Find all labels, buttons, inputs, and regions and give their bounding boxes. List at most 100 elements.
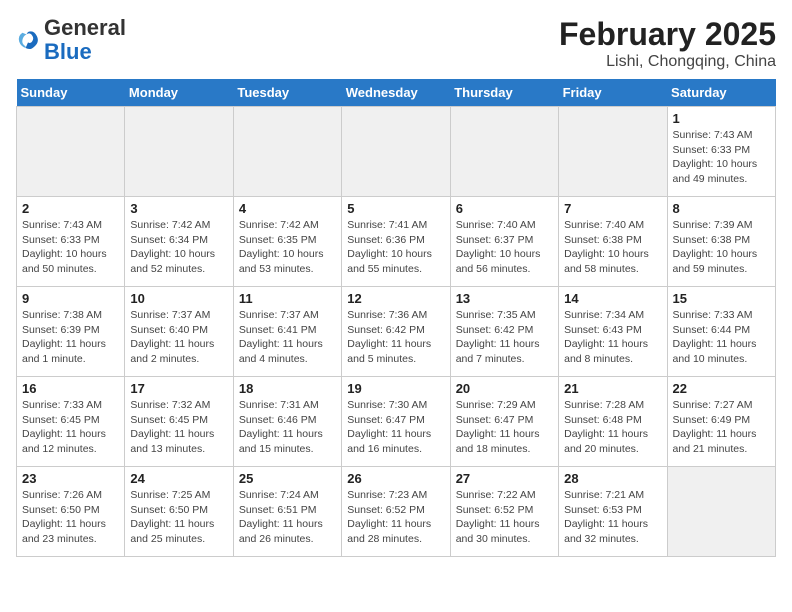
- day-cell: [559, 107, 667, 197]
- day-info: Sunrise: 7:43 AMSunset: 6:33 PMDaylight:…: [22, 218, 119, 277]
- day-cell: 22Sunrise: 7:27 AMSunset: 6:49 PMDayligh…: [667, 377, 775, 467]
- day-info: Sunrise: 7:34 AMSunset: 6:43 PMDaylight:…: [564, 308, 661, 367]
- day-cell: 13 Sunrise: 7:35 AMSunset: 6:42 PMDayligh…: [450, 287, 558, 377]
- day-info: Sunrise: 7:37 AMSunset: 6:40 PMDaylight:…: [130, 308, 227, 367]
- day-cell: 20Sunrise: 7:29 AMSunset: 6:47 PMDayligh…: [450, 377, 558, 467]
- header-wednesday: Wednesday: [342, 79, 450, 107]
- day-number: 28: [564, 471, 661, 486]
- header-friday: Friday: [559, 79, 667, 107]
- logo-blue: Blue: [44, 39, 92, 64]
- day-number: 19: [347, 381, 444, 396]
- header-saturday: Saturday: [667, 79, 775, 107]
- day-number: 13: [456, 291, 553, 306]
- day-info: Sunrise: 7:22 AMSunset: 6:52 PMDaylight:…: [456, 488, 553, 547]
- day-number: 20: [456, 381, 553, 396]
- day-info: Sunrise: 7:37 AMSunset: 6:41 PMDaylight:…: [239, 308, 336, 367]
- day-number: 6: [456, 201, 553, 216]
- day-number: 15: [673, 291, 770, 306]
- day-cell: 18 Sunrise: 7:31 AMSunset: 6:46 PMDayligh…: [233, 377, 341, 467]
- day-info: Sunrise: 7:40 AMSunset: 6:38 PMDaylight:…: [564, 218, 661, 277]
- subtitle: Lishi, Chongqing, China: [559, 53, 776, 71]
- day-info: Sunrise: 7:38 AMSunset: 6:39 PMDaylight:…: [22, 308, 119, 367]
- day-cell: 14 Sunrise: 7:34 AMSunset: 6:43 PMDayligh…: [559, 287, 667, 377]
- day-cell: 24 Sunrise: 7:25 AMSunset: 6:50 PMDayligh…: [125, 467, 233, 557]
- day-info: Sunrise: 7:25 AMSunset: 6:50 PMDaylight:…: [130, 488, 227, 547]
- day-cell: [450, 107, 558, 197]
- day-info: Sunrise: 7:23 AMSunset: 6:52 PMDaylight:…: [347, 488, 444, 547]
- day-info: Sunrise: 7:28 AMSunset: 6:48 PMDaylight:…: [564, 398, 661, 457]
- day-number: 9: [22, 291, 119, 306]
- day-cell: 11Sunrise: 7:37 AMSunset: 6:41 PMDayligh…: [233, 287, 341, 377]
- logo-text: General Blue: [44, 16, 126, 64]
- day-cell: [125, 107, 233, 197]
- day-number: 23: [22, 471, 119, 486]
- day-cell: 1 Sunrise: 7:43 AMSunset: 6:33 PMDaylight…: [667, 107, 775, 197]
- day-number: 10: [130, 291, 227, 306]
- day-number: 27: [456, 471, 553, 486]
- day-number: 22: [673, 381, 770, 396]
- week-row-3: 9 Sunrise: 7:38 AMSunset: 6:39 PMDaylight…: [17, 287, 776, 377]
- day-cell: 4 Sunrise: 7:42 AMSunset: 6:35 PMDaylight…: [233, 197, 341, 287]
- day-number: 12: [347, 291, 444, 306]
- day-info: Sunrise: 7:42 AMSunset: 6:34 PMDaylight:…: [130, 218, 227, 277]
- day-info: Sunrise: 7:32 AMSunset: 6:45 PMDaylight:…: [130, 398, 227, 457]
- day-info: Sunrise: 7:41 AMSunset: 6:36 PMDaylight:…: [347, 218, 444, 277]
- day-cell: 28 Sunrise: 7:21 AMSunset: 6:53 PMDayligh…: [559, 467, 667, 557]
- week-row-5: 23Sunrise: 7:26 AMSunset: 6:50 PMDayligh…: [17, 467, 776, 557]
- day-number: 18: [239, 381, 336, 396]
- day-info: Sunrise: 7:35 AMSunset: 6:42 PMDaylight:…: [456, 308, 553, 367]
- day-cell: 7 Sunrise: 7:40 AMSunset: 6:38 PMDaylight…: [559, 197, 667, 287]
- day-number: 4: [239, 201, 336, 216]
- week-row-2: 2 Sunrise: 7:43 AMSunset: 6:33 PMDaylight…: [17, 197, 776, 287]
- day-number: 14: [564, 291, 661, 306]
- logo-icon: [16, 28, 40, 52]
- day-number: 26: [347, 471, 444, 486]
- page-header: General Blue February 2025 Lishi, Chongq…: [16, 16, 776, 71]
- calendar-table: SundayMondayTuesdayWednesdayThursdayFrid…: [16, 79, 776, 557]
- day-info: Sunrise: 7:36 AMSunset: 6:42 PMDaylight:…: [347, 308, 444, 367]
- header-sunday: Sunday: [17, 79, 125, 107]
- day-cell: [667, 467, 775, 557]
- title-block: February 2025 Lishi, Chongqing, China: [559, 16, 776, 71]
- week-row-4: 16Sunrise: 7:33 AMSunset: 6:45 PMDayligh…: [17, 377, 776, 467]
- day-number: 21: [564, 381, 661, 396]
- day-number: 8: [673, 201, 770, 216]
- day-info: Sunrise: 7:33 AMSunset: 6:44 PMDaylight:…: [673, 308, 770, 367]
- day-cell: 21 Sunrise: 7:28 AMSunset: 6:48 PMDayligh…: [559, 377, 667, 467]
- day-cell: 16Sunrise: 7:33 AMSunset: 6:45 PMDayligh…: [17, 377, 125, 467]
- day-cell: 5 Sunrise: 7:41 AMSunset: 6:36 PMDaylight…: [342, 197, 450, 287]
- day-info: Sunrise: 7:42 AMSunset: 6:35 PMDaylight:…: [239, 218, 336, 277]
- week-row-1: 1 Sunrise: 7:43 AMSunset: 6:33 PMDaylight…: [17, 107, 776, 197]
- day-cell: 25Sunrise: 7:24 AMSunset: 6:51 PMDayligh…: [233, 467, 341, 557]
- day-info: Sunrise: 7:21 AMSunset: 6:53 PMDaylight:…: [564, 488, 661, 547]
- day-cell: 23Sunrise: 7:26 AMSunset: 6:50 PMDayligh…: [17, 467, 125, 557]
- day-cell: 17 Sunrise: 7:32 AMSunset: 6:45 PMDayligh…: [125, 377, 233, 467]
- main-title: February 2025: [559, 16, 776, 53]
- day-cell: 9 Sunrise: 7:38 AMSunset: 6:39 PMDaylight…: [17, 287, 125, 377]
- day-cell: 27 Sunrise: 7:22 AMSunset: 6:52 PMDayligh…: [450, 467, 558, 557]
- day-info: Sunrise: 7:30 AMSunset: 6:47 PMDaylight:…: [347, 398, 444, 457]
- day-number: 25: [239, 471, 336, 486]
- day-number: 2: [22, 201, 119, 216]
- day-info: Sunrise: 7:40 AMSunset: 6:37 PMDaylight:…: [456, 218, 553, 277]
- day-number: 5: [347, 201, 444, 216]
- logo-general: General: [44, 15, 126, 40]
- day-cell: 10 Sunrise: 7:37 AMSunset: 6:40 PMDayligh…: [125, 287, 233, 377]
- day-cell: 2 Sunrise: 7:43 AMSunset: 6:33 PMDaylight…: [17, 197, 125, 287]
- day-number: 1: [673, 111, 770, 126]
- header-monday: Monday: [125, 79, 233, 107]
- day-info: Sunrise: 7:43 AMSunset: 6:33 PMDaylight:…: [673, 128, 770, 187]
- day-cell: 15 Sunrise: 7:33 AMSunset: 6:44 PMDayligh…: [667, 287, 775, 377]
- day-number: 7: [564, 201, 661, 216]
- day-info: Sunrise: 7:31 AMSunset: 6:46 PMDaylight:…: [239, 398, 336, 457]
- day-number: 16: [22, 381, 119, 396]
- day-cell: [17, 107, 125, 197]
- day-info: Sunrise: 7:39 AMSunset: 6:38 PMDaylight:…: [673, 218, 770, 277]
- day-number: 17: [130, 381, 227, 396]
- day-number: 3: [130, 201, 227, 216]
- day-cell: 19 Sunrise: 7:30 AMSunset: 6:47 PMDayligh…: [342, 377, 450, 467]
- day-number: 24: [130, 471, 227, 486]
- logo: General Blue: [16, 16, 126, 64]
- day-cell: 26 Sunrise: 7:23 AMSunset: 6:52 PMDayligh…: [342, 467, 450, 557]
- header-tuesday: Tuesday: [233, 79, 341, 107]
